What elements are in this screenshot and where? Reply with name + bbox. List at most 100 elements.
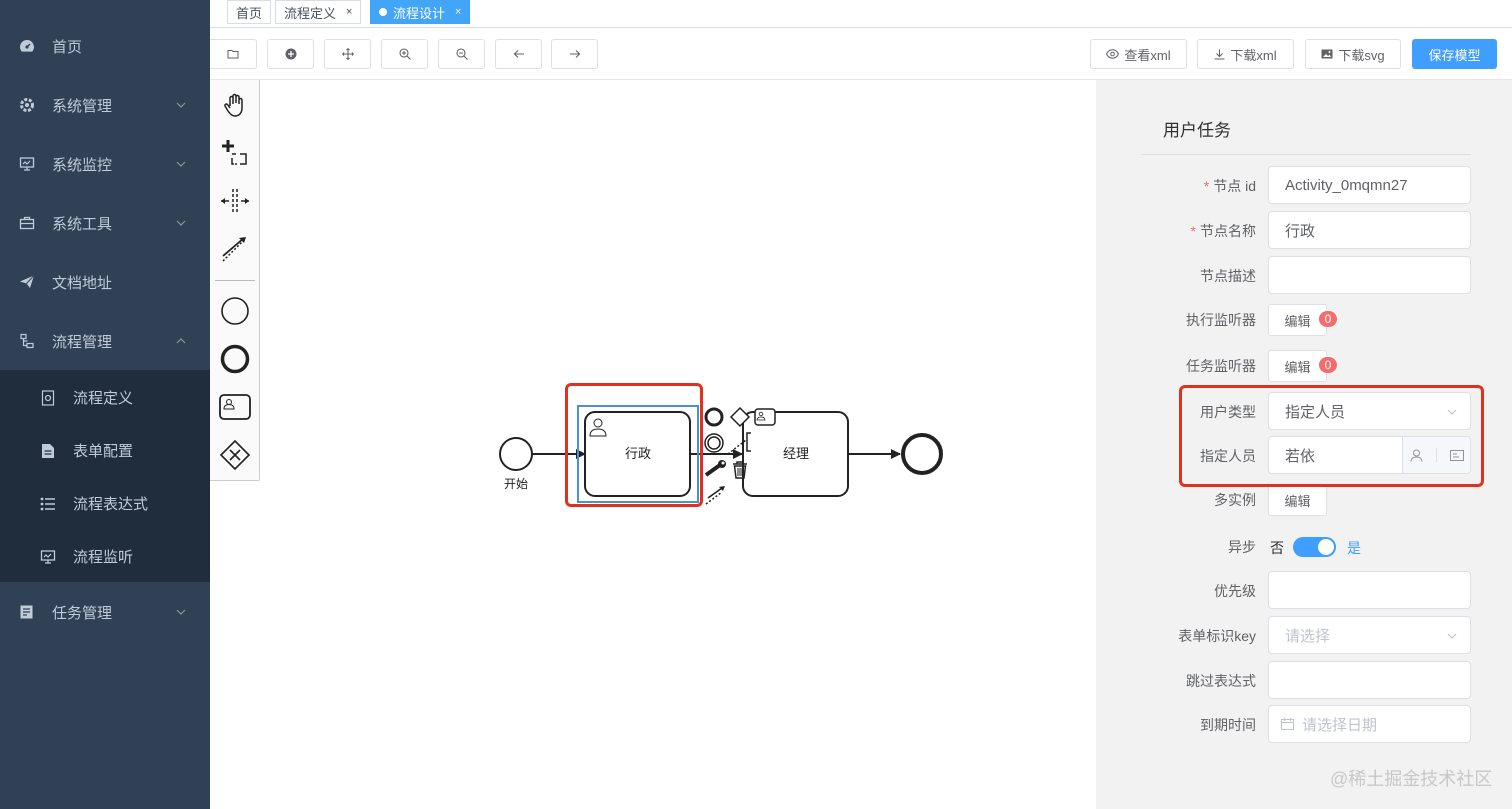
- list-icon: [40, 496, 56, 512]
- download-svg-label: 下载svg: [1338, 47, 1385, 63]
- tab-label: 流程设计: [393, 5, 446, 21]
- redo-icon: [569, 50, 580, 58]
- open-file-button[interactable]: [210, 39, 257, 69]
- sidebar-subitem-label: 流程监听: [73, 549, 134, 566]
- move-icon: [341, 48, 354, 60]
- form-key-placeholder: 请选择: [1285, 627, 1331, 645]
- field-priority: 优先级: [1096, 571, 1512, 611]
- chevron-up-icon: [176, 338, 186, 344]
- sidebar-item-process-management[interactable]: 流程管理: [0, 313, 210, 369]
- fit-viewport-button[interactable]: [324, 39, 371, 69]
- form-key-label: 表单标识key: [1178, 628, 1256, 644]
- exec-listener-label: 执行监听器: [1186, 312, 1256, 328]
- sidebar-item-docs[interactable]: 文档地址: [0, 254, 210, 310]
- panel-divider: [1141, 154, 1471, 155]
- field-exec-listener: 执行监听器 编辑 0: [1096, 304, 1512, 344]
- paper-plane-icon: [19, 274, 35, 290]
- toggle-knob: [1318, 539, 1334, 555]
- node-desc-label: 节点描述: [1200, 268, 1256, 284]
- wrench-icon[interactable]: [704, 460, 726, 477]
- chevron-down-icon: [176, 609, 186, 615]
- sidebar-item-label: 任务管理: [52, 604, 113, 622]
- add-circle-icon: [285, 48, 296, 60]
- sidebar-subitem-label: 表单配置: [73, 443, 134, 460]
- async-toggle[interactable]: [1293, 537, 1336, 557]
- zoom-in-button[interactable]: [381, 39, 428, 69]
- sidebar-subitem-process-expression[interactable]: 流程表达式: [0, 477, 210, 530]
- download-xml-button[interactable]: 下载xml: [1197, 39, 1294, 69]
- sidebar-item-task-management[interactable]: 任务管理: [0, 584, 210, 640]
- monitor-icon: [19, 156, 35, 172]
- form-key-select[interactable]: 请选择: [1268, 616, 1471, 654]
- sidebar: 首页 系统管理 系统监控 系统工具 文档地址 流程管理 流程定义 表单配置 流程…: [0, 0, 210, 809]
- close-icon[interactable]: ×: [346, 6, 352, 18]
- sequence-flow[interactable]: [849, 449, 901, 459]
- append-user-task-icon[interactable]: [754, 408, 776, 426]
- download-icon: [1214, 49, 1225, 59]
- annotation-highlight-task: [565, 383, 703, 507]
- sidebar-subitem-label: 流程表达式: [73, 496, 149, 513]
- form-icon: [40, 443, 56, 459]
- tags-view: 首页 流程定义 × 流程设计 ×: [210, 0, 1512, 28]
- close-icon[interactable]: ×: [455, 6, 461, 18]
- skip-expression-label: 跳过表达式: [1186, 673, 1256, 689]
- multi-instance-edit-button[interactable]: 编辑: [1268, 484, 1327, 516]
- node-name-input[interactable]: 行政: [1268, 211, 1471, 249]
- sidebar-subitem-process-listener[interactable]: 流程监听: [0, 530, 210, 583]
- tab-process-definition[interactable]: 流程定义 ×: [275, 0, 362, 24]
- due-date-label: 到期时间: [1200, 717, 1256, 733]
- start-event[interactable]: [499, 437, 533, 471]
- end-event[interactable]: [901, 433, 943, 475]
- sidebar-item-system-tools[interactable]: 系统工具: [0, 195, 210, 251]
- tab-process-design[interactable]: 流程设计 ×: [370, 0, 471, 24]
- sidebar-item-system-monitor[interactable]: 系统监控: [0, 136, 210, 192]
- active-dot-icon: [379, 8, 387, 16]
- sidebar-subitem-label: 流程定义: [73, 390, 134, 407]
- node-id-input[interactable]: Activity_0mqmn27: [1268, 166, 1471, 204]
- undo-button[interactable]: [495, 39, 542, 69]
- append-end-event-icon[interactable]: [704, 407, 724, 427]
- save-model-button[interactable]: 保存模型: [1412, 39, 1497, 69]
- priority-label: 优先级: [1214, 583, 1256, 599]
- append-intermediate-event-icon[interactable]: [704, 433, 724, 453]
- sidebar-item-home[interactable]: 首页: [0, 18, 210, 74]
- tab-home[interactable]: 首页: [227, 0, 272, 24]
- skip-expression-input[interactable]: [1268, 661, 1471, 699]
- annotation-highlight-assignee: [1179, 385, 1484, 487]
- sidebar-item-label: 系统工具: [52, 215, 113, 233]
- connect-arrow-icon[interactable]: [705, 486, 725, 505]
- sidebar-subitem-form-config[interactable]: 表单配置: [0, 424, 210, 477]
- sidebar-item-system-management[interactable]: 系统管理: [0, 77, 210, 133]
- task-icon: [19, 604, 35, 620]
- bpmn-canvas[interactable]: 开始 行政 经理: [210, 80, 1096, 809]
- dashboard-icon: [19, 38, 35, 54]
- due-date-picker[interactable]: 请选择日期: [1268, 705, 1471, 743]
- priority-input[interactable]: [1268, 571, 1471, 609]
- zoom-in-icon: [398, 48, 411, 60]
- designer-toolbar: 查看xml 下载xml 下载svg 保存模型: [210, 28, 1512, 80]
- view-xml-button[interactable]: 查看xml: [1090, 39, 1187, 69]
- sidebar-subitem-process-definition[interactable]: 流程定义: [0, 371, 210, 424]
- panel-title: 用户任务: [1163, 121, 1231, 140]
- download-svg-button[interactable]: 下载svg: [1305, 39, 1401, 69]
- field-due-date: 到期时间 请选择日期: [1096, 705, 1512, 745]
- trash-icon[interactable]: [733, 461, 747, 479]
- create-new-button[interactable]: [267, 39, 314, 69]
- node-desc-input[interactable]: [1268, 256, 1471, 294]
- view-xml-label: 查看xml: [1124, 47, 1171, 63]
- properties-panel: 用户任务 * 节点 id Activity_0mqmn27 * 节点名称 行政 节点…: [1096, 80, 1512, 809]
- gear-icon: [19, 97, 35, 113]
- task-listener-count-badge: 0: [1318, 356, 1338, 374]
- chevron-down-icon: [176, 220, 186, 226]
- zoom-out-icon: [455, 48, 468, 60]
- flow-icon: [19, 333, 35, 349]
- definition-icon: [40, 389, 56, 406]
- exec-listener-count-badge: 0: [1318, 310, 1338, 328]
- field-form-key: 表单标识key 请选择: [1096, 616, 1512, 656]
- open-folder-icon: [227, 50, 239, 59]
- process-submenu: 流程定义 表单配置 流程表达式 流程监听: [0, 370, 210, 582]
- sidebar-item-label: 系统监控: [52, 156, 113, 174]
- redo-button[interactable]: [551, 39, 598, 69]
- zoom-out-button[interactable]: [438, 39, 485, 69]
- field-node-desc: 节点描述: [1096, 256, 1512, 296]
